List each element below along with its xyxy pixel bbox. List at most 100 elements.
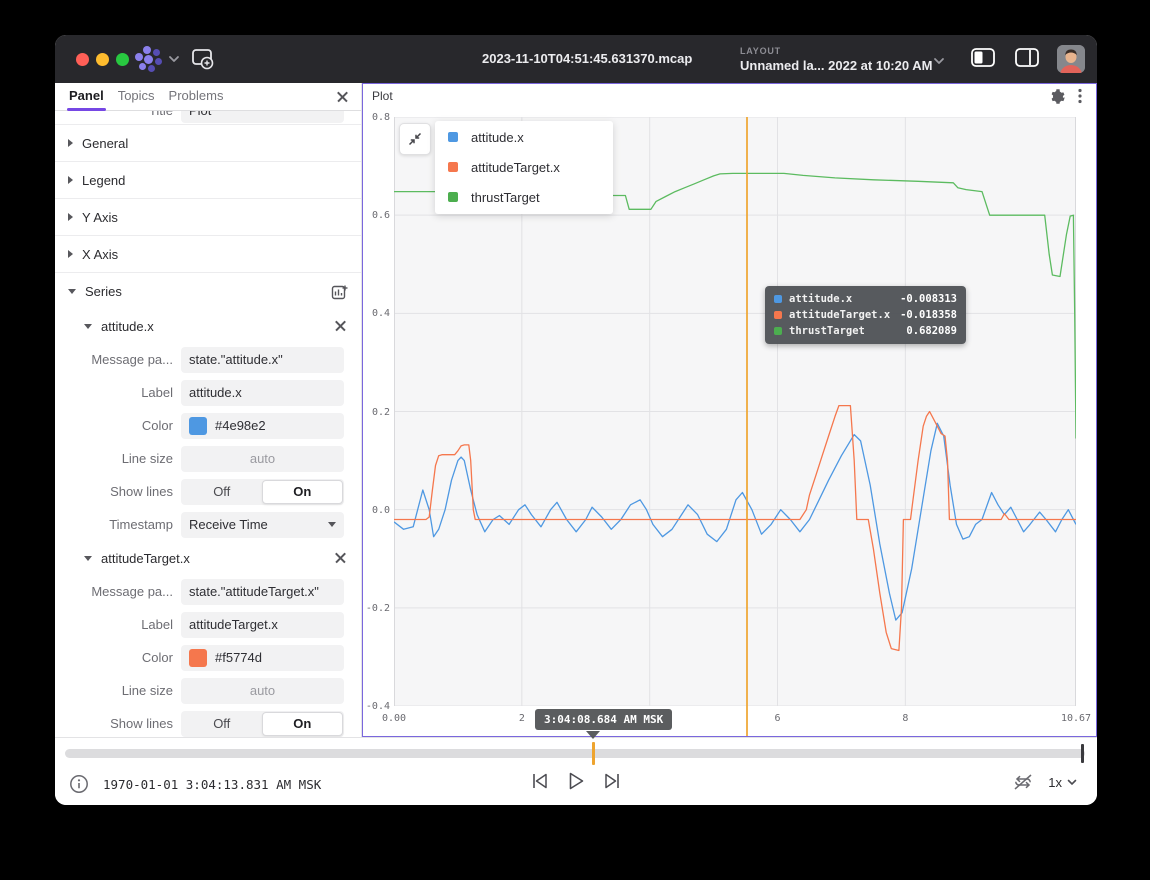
show-lines-on-button[interactable]: On [262, 712, 344, 736]
line-size-label: Line size [55, 683, 173, 698]
message-path-label: Message pa... [55, 584, 173, 599]
add-series-icon[interactable] [331, 282, 349, 300]
layout-label: LAYOUT [740, 46, 781, 56]
expanded-caret-icon [84, 324, 92, 329]
tab-problems[interactable]: Problems [169, 88, 224, 105]
right-sidebar-toggle-icon[interactable] [1015, 48, 1039, 68]
show-lines-row: Show lines Off On [55, 475, 361, 508]
section-series[interactable]: Series [55, 273, 361, 309]
panel-settings-sidebar: Panel Topics Problems Title Plot General… [55, 83, 362, 737]
data-source-title[interactable]: 2023-11-10T04:51:45.631370.mcap [482, 51, 692, 66]
delete-series-icon[interactable] [333, 550, 349, 566]
line-size-label: Line size [55, 451, 173, 466]
label-row: Label attitudeTarget.x [55, 608, 361, 641]
section-general-label: General [82, 136, 128, 151]
color-input[interactable]: #4e98e2 [181, 413, 344, 439]
legend-label: thrustTarget [471, 190, 540, 205]
color-swatch[interactable] [189, 649, 207, 667]
section-series-label: Series [85, 284, 122, 299]
tooltip-series-value: -0.018358 [900, 309, 957, 321]
color-label: Color [55, 418, 173, 433]
playback-speed-control[interactable]: 1x [1048, 775, 1077, 790]
label-input[interactable]: attitude.x [181, 380, 344, 406]
layout-name[interactable]: Unnamed la... 2022 at 10:20 AM [740, 58, 932, 73]
section-legend[interactable]: Legend [55, 162, 361, 199]
legend-label: attitude.x [471, 130, 524, 145]
message-path-input[interactable]: state."attitude.x" [181, 347, 344, 373]
seek-bar-playhead[interactable] [592, 742, 595, 765]
info-icon[interactable] [69, 774, 89, 794]
section-legend-label: Legend [82, 173, 125, 188]
section-y-axis-label: Y Axis [82, 210, 118, 225]
expanded-caret-icon [68, 289, 76, 294]
tooltip-series-name: attitude.x [789, 293, 900, 305]
sidebar-tab-bar: Panel Topics Problems [55, 83, 361, 111]
title-field-row-clipped: Title Plot [55, 111, 361, 125]
legend-swatch[interactable] [448, 162, 458, 172]
app-menu-chevron-icon[interactable] [168, 55, 180, 63]
playback-cursor-line[interactable] [746, 117, 748, 736]
sidebar-close-icon[interactable] [335, 89, 351, 105]
plot-panel[interactable]: Plot 0.80.60.40.20.0-0.2-0.40.00246810.6… [362, 83, 1097, 737]
loop-off-icon[interactable] [1012, 772, 1034, 792]
tab-panel[interactable]: Panel [69, 88, 104, 105]
seek-forward-icon[interactable] [602, 772, 622, 790]
title-field-input[interactable]: Plot [181, 111, 344, 123]
zoom-window-button[interactable] [116, 53, 129, 66]
section-x-axis[interactable]: X Axis [55, 236, 361, 273]
minimize-window-button[interactable] [96, 53, 109, 66]
playback-speed-value: 1x [1048, 775, 1062, 790]
series-editor-attitude-target-x-header[interactable]: attitudeTarget.x [55, 541, 361, 575]
message-path-row: Message pa... state."attitudeTarget.x" [55, 575, 361, 608]
panel-settings-gear-icon[interactable] [1050, 88, 1066, 104]
panel-menu-kebab-icon[interactable] [1078, 88, 1082, 104]
section-y-axis[interactable]: Y Axis [55, 199, 361, 236]
section-general[interactable]: General [55, 125, 361, 162]
current-timestamp[interactable]: 1970-01-01 3:04:13.831 AM MSK [103, 777, 321, 792]
plot-panel-title: Plot [372, 89, 393, 103]
title-bar: 2023-11-10T04:51:45.631370.mcap LAYOUT U… [55, 35, 1097, 83]
show-lines-off-button[interactable]: Off [182, 712, 262, 736]
show-lines-on-button[interactable]: On [262, 480, 344, 504]
message-path-input[interactable]: state."attitudeTarget.x" [181, 579, 344, 605]
timestamp-row: Timestamp Receive Time [55, 508, 361, 541]
series-line-attitude.x [394, 423, 1076, 620]
legend-item[interactable]: attitude.x [435, 122, 613, 152]
show-lines-off-button[interactable]: Off [182, 480, 262, 504]
legend-swatch[interactable] [448, 132, 458, 142]
color-swatch[interactable] [189, 417, 207, 435]
color-hex: #4e98e2 [215, 418, 266, 433]
foxglove-logo [135, 46, 163, 72]
timestamp-select[interactable]: Receive Time [181, 512, 344, 538]
seek-bar[interactable] [65, 749, 1085, 758]
user-avatar[interactable] [1057, 45, 1085, 73]
tooltip-series-value: 0.682089 [906, 325, 957, 337]
line-size-input[interactable]: auto [181, 678, 344, 704]
timestamp-label: Timestamp [55, 517, 173, 532]
series-editor-attitude-x-header[interactable]: attitude.x [55, 309, 361, 343]
legend-collapse-button[interactable] [399, 123, 431, 155]
play-icon[interactable] [567, 771, 585, 791]
legend-swatch[interactable] [448, 192, 458, 202]
label-input[interactable]: attitudeTarget.x [181, 612, 344, 638]
collapsed-caret-icon [68, 250, 73, 258]
series-title: attitude.x [101, 319, 154, 334]
y-axis-tick-label: 0.0 [364, 505, 390, 516]
tab-topics[interactable]: Topics [118, 88, 155, 105]
seek-backward-icon[interactable] [530, 772, 550, 790]
close-window-button[interactable] [76, 53, 89, 66]
delete-series-icon[interactable] [333, 318, 349, 334]
legend-item[interactable]: thrustTarget [435, 182, 613, 212]
legend-item[interactable]: attitudeTarget.x [435, 152, 613, 182]
x-axis-tick-label: 10.67 [1061, 713, 1091, 724]
tooltip-row: thrustTarget 0.682089 [774, 323, 957, 339]
color-input[interactable]: #f5774d [181, 645, 344, 671]
layout-chevron-icon[interactable] [933, 57, 945, 65]
left-sidebar-toggle-icon[interactable] [971, 48, 995, 68]
y-axis-tick-label: -0.2 [364, 603, 390, 614]
legend-label: attitudeTarget.x [471, 160, 560, 175]
add-panel-icon[interactable] [191, 48, 215, 70]
line-size-input[interactable]: auto [181, 446, 344, 472]
timestamp-value: Receive Time [189, 517, 268, 532]
color-hex: #f5774d [215, 650, 262, 665]
